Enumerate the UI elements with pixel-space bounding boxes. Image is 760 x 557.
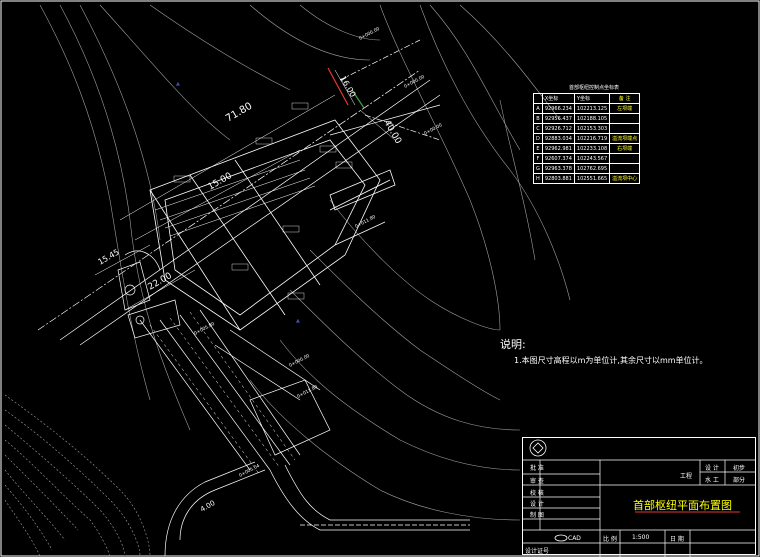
dim-71-80: 71.80 [224, 101, 254, 125]
coord-cell: D [533, 133, 543, 144]
tb-stage-value: 初步 [733, 465, 746, 472]
station-5: 0+000.00 [288, 353, 311, 369]
tb-draw: 制 图 [530, 512, 544, 519]
notes-line-1: 1.本图尺寸高程以m为单位计,其余尺寸以mm单位计。 [514, 356, 708, 365]
coord-cell: 102216.719 [573, 133, 611, 144]
coord-header-cell: X坐标 [541, 93, 575, 104]
coord-cell: H [533, 173, 543, 184]
terrain-hatch [4, 394, 151, 557]
coord-cell: 92963.378 [541, 163, 575, 174]
coord-cell: 溢流坝中心 [609, 173, 641, 184]
dim-4-00: 4.00 [199, 499, 217, 514]
coord-cell: 92926.712 [541, 123, 575, 134]
tb-check: 校 核 [530, 490, 544, 497]
coord-cell: 92607.374 [541, 153, 575, 164]
tb-design: 设 计 [530, 501, 544, 508]
coord-row: E 92962.981 102233.108 右坝端 [533, 143, 641, 154]
coord-cell: 右坝端 [609, 143, 641, 154]
coord-cell: 102762.695 [573, 163, 611, 174]
coord-header-row: X坐标 Y坐标备 注 [533, 93, 641, 104]
coord-cell: 92803.881 [541, 173, 575, 184]
dam-crest-hatch [154, 159, 316, 237]
tb-number-label: 设计证号 [525, 548, 550, 555]
spillway-channel [139, 309, 470, 557]
blue-marker-1: ▲ [176, 81, 180, 87]
dim-15-45: 15.45 [97, 247, 121, 266]
coordinate-table-grid: X坐标 Y坐标备 注 A 92966.234 102213.125 左坝端 B 92956.4… [533, 93, 641, 184]
coord-cell: 102213.125 [573, 103, 611, 114]
notes-title: 说明: [500, 338, 526, 351]
coord-row: F 92607.374 102243.567 [533, 153, 641, 164]
coord-cell: 102188.105 [573, 113, 611, 124]
tb-scale-value: 1:500 [632, 534, 650, 541]
coord-cell: E [533, 143, 543, 154]
tb-review: 审 查 [530, 478, 544, 485]
station-7: 0+005.80 [193, 321, 216, 337]
coord-row: D 92883.034 102216.719 溢流坝端点 [533, 133, 641, 144]
coord-cell: 102153.303 [573, 123, 611, 134]
tb-part-label: 水 工 [705, 477, 719, 484]
dim-16-00: 16.00 [338, 75, 357, 99]
coord-cell: 102243.567 [573, 153, 611, 164]
coord-row: B 92956.437 102188.105 [533, 113, 641, 124]
coord-cell: 92956.437 [541, 113, 575, 124]
coordinate-table-title: 首部枢纽控制点坐标表 [569, 85, 620, 91]
coord-row: H 92803.881 102551.665 溢流坝中心 [533, 173, 641, 184]
coord-header-cell: Y坐标 [573, 93, 611, 104]
tb-logo-text: CAD [568, 535, 581, 542]
station-6: 0+011.80 [296, 384, 319, 400]
blue-marker-2: ▲ [296, 318, 300, 324]
coord-header-cell: 备 注 [609, 93, 641, 104]
station-2: 0+000.00 [403, 74, 426, 90]
coord-cell [609, 123, 641, 134]
tb-part-value: 部分 [733, 477, 746, 484]
tb-project-label: 工程 [680, 473, 693, 480]
coord-cell: 92962.981 [541, 143, 575, 154]
coord-cell: 左坝端 [609, 103, 641, 114]
drawing-title: 首部枢纽平面布置图 [633, 499, 732, 512]
tb-approve: 批 准 [530, 465, 544, 472]
tb-date-label: 日 期 [670, 536, 684, 543]
coord-cell: 102233.108 [573, 143, 611, 154]
coord-cell: 92966.234 [541, 103, 575, 114]
dim-15-00: 15.00 [207, 171, 235, 193]
coord-row: G 92963.378 102762.695 [533, 163, 641, 174]
coord-cell: B [533, 113, 543, 124]
tb-stage-label: 设 计 [705, 465, 719, 472]
coord-row: C 92926.712 102153.303 [533, 123, 641, 134]
coord-cell: 溢流坝端点 [609, 133, 641, 144]
tb-scale-label: 比 例 [603, 536, 617, 543]
coord-cell: 102551.665 [573, 173, 611, 184]
coord-cell [609, 113, 641, 124]
coord-cell [609, 153, 641, 164]
intake-structures [117, 250, 181, 339]
coord-cell: A [533, 103, 543, 114]
coord-cell: G [533, 163, 543, 174]
coord-cell: C [533, 123, 543, 134]
coord-cell: 92883.034 [541, 133, 575, 144]
coord-row: A 92966.234 102213.125 左坝端 [533, 103, 641, 114]
coord-cell: F [533, 153, 543, 164]
coord-cell [609, 163, 641, 174]
coord-header-cell [533, 93, 543, 104]
station-3: 0+00.00 [423, 122, 443, 137]
